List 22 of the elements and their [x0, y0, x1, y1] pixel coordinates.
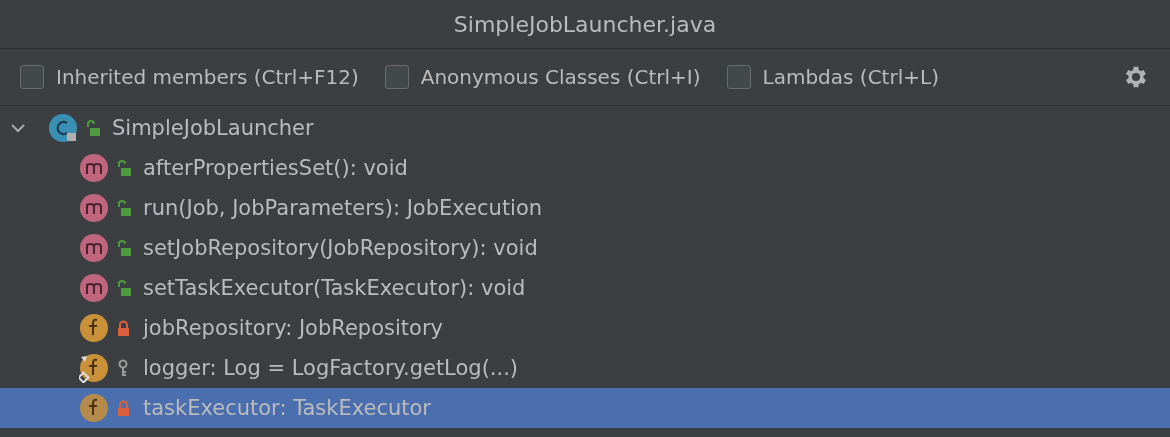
filter-checkbox[interactable]: Anonymous Classes (Ctrl+I) — [384, 65, 701, 89]
tree-row[interactable]: jobRepository: JobRepository — [0, 308, 1170, 348]
tree-row[interactable]: run(Job, JobParameters): JobExecution — [0, 188, 1170, 228]
tree-row[interactable]: SimpleJobLauncher — [0, 108, 1170, 148]
tree-item-label: jobRepository: JobRepository — [143, 316, 443, 340]
tree-item-label: afterPropertiesSet(): void — [143, 156, 408, 180]
tree-item-label: setTaskExecutor(TaskExecutor): void — [143, 276, 526, 300]
window-title: SimpleJobLauncher.java — [453, 11, 717, 37]
tree-item-label: setJobRepository(JobRepository): void — [143, 236, 538, 260]
tree-row[interactable]: setTaskExecutor(TaskExecutor): void — [0, 268, 1170, 308]
tree-item-label: SimpleJobLauncher — [112, 116, 314, 140]
filter-checkbox[interactable]: Inherited members (Ctrl+F12) — [20, 65, 359, 89]
tree-row[interactable]: setJobRepository(JobRepository): void — [0, 228, 1170, 268]
checkbox[interactable] — [20, 65, 44, 89]
tree-row[interactable]: afterPropertiesSet(): void — [0, 148, 1170, 188]
tree-item-label: run(Job, JobParameters): JobExecution — [143, 196, 543, 220]
tree-item-label: taskExecutor: TaskExecutor — [143, 396, 431, 420]
checkbox[interactable] — [384, 65, 409, 89]
checkbox[interactable] — [726, 65, 751, 89]
tree-item-label: logger: Log = LogFactory.getLog(...) — [143, 356, 519, 380]
tree-row[interactable]: logger: Log = LogFactory.getLog(...) — [0, 348, 1170, 388]
filter-checkbox[interactable]: Lambdas (Ctrl+L) — [726, 65, 939, 89]
